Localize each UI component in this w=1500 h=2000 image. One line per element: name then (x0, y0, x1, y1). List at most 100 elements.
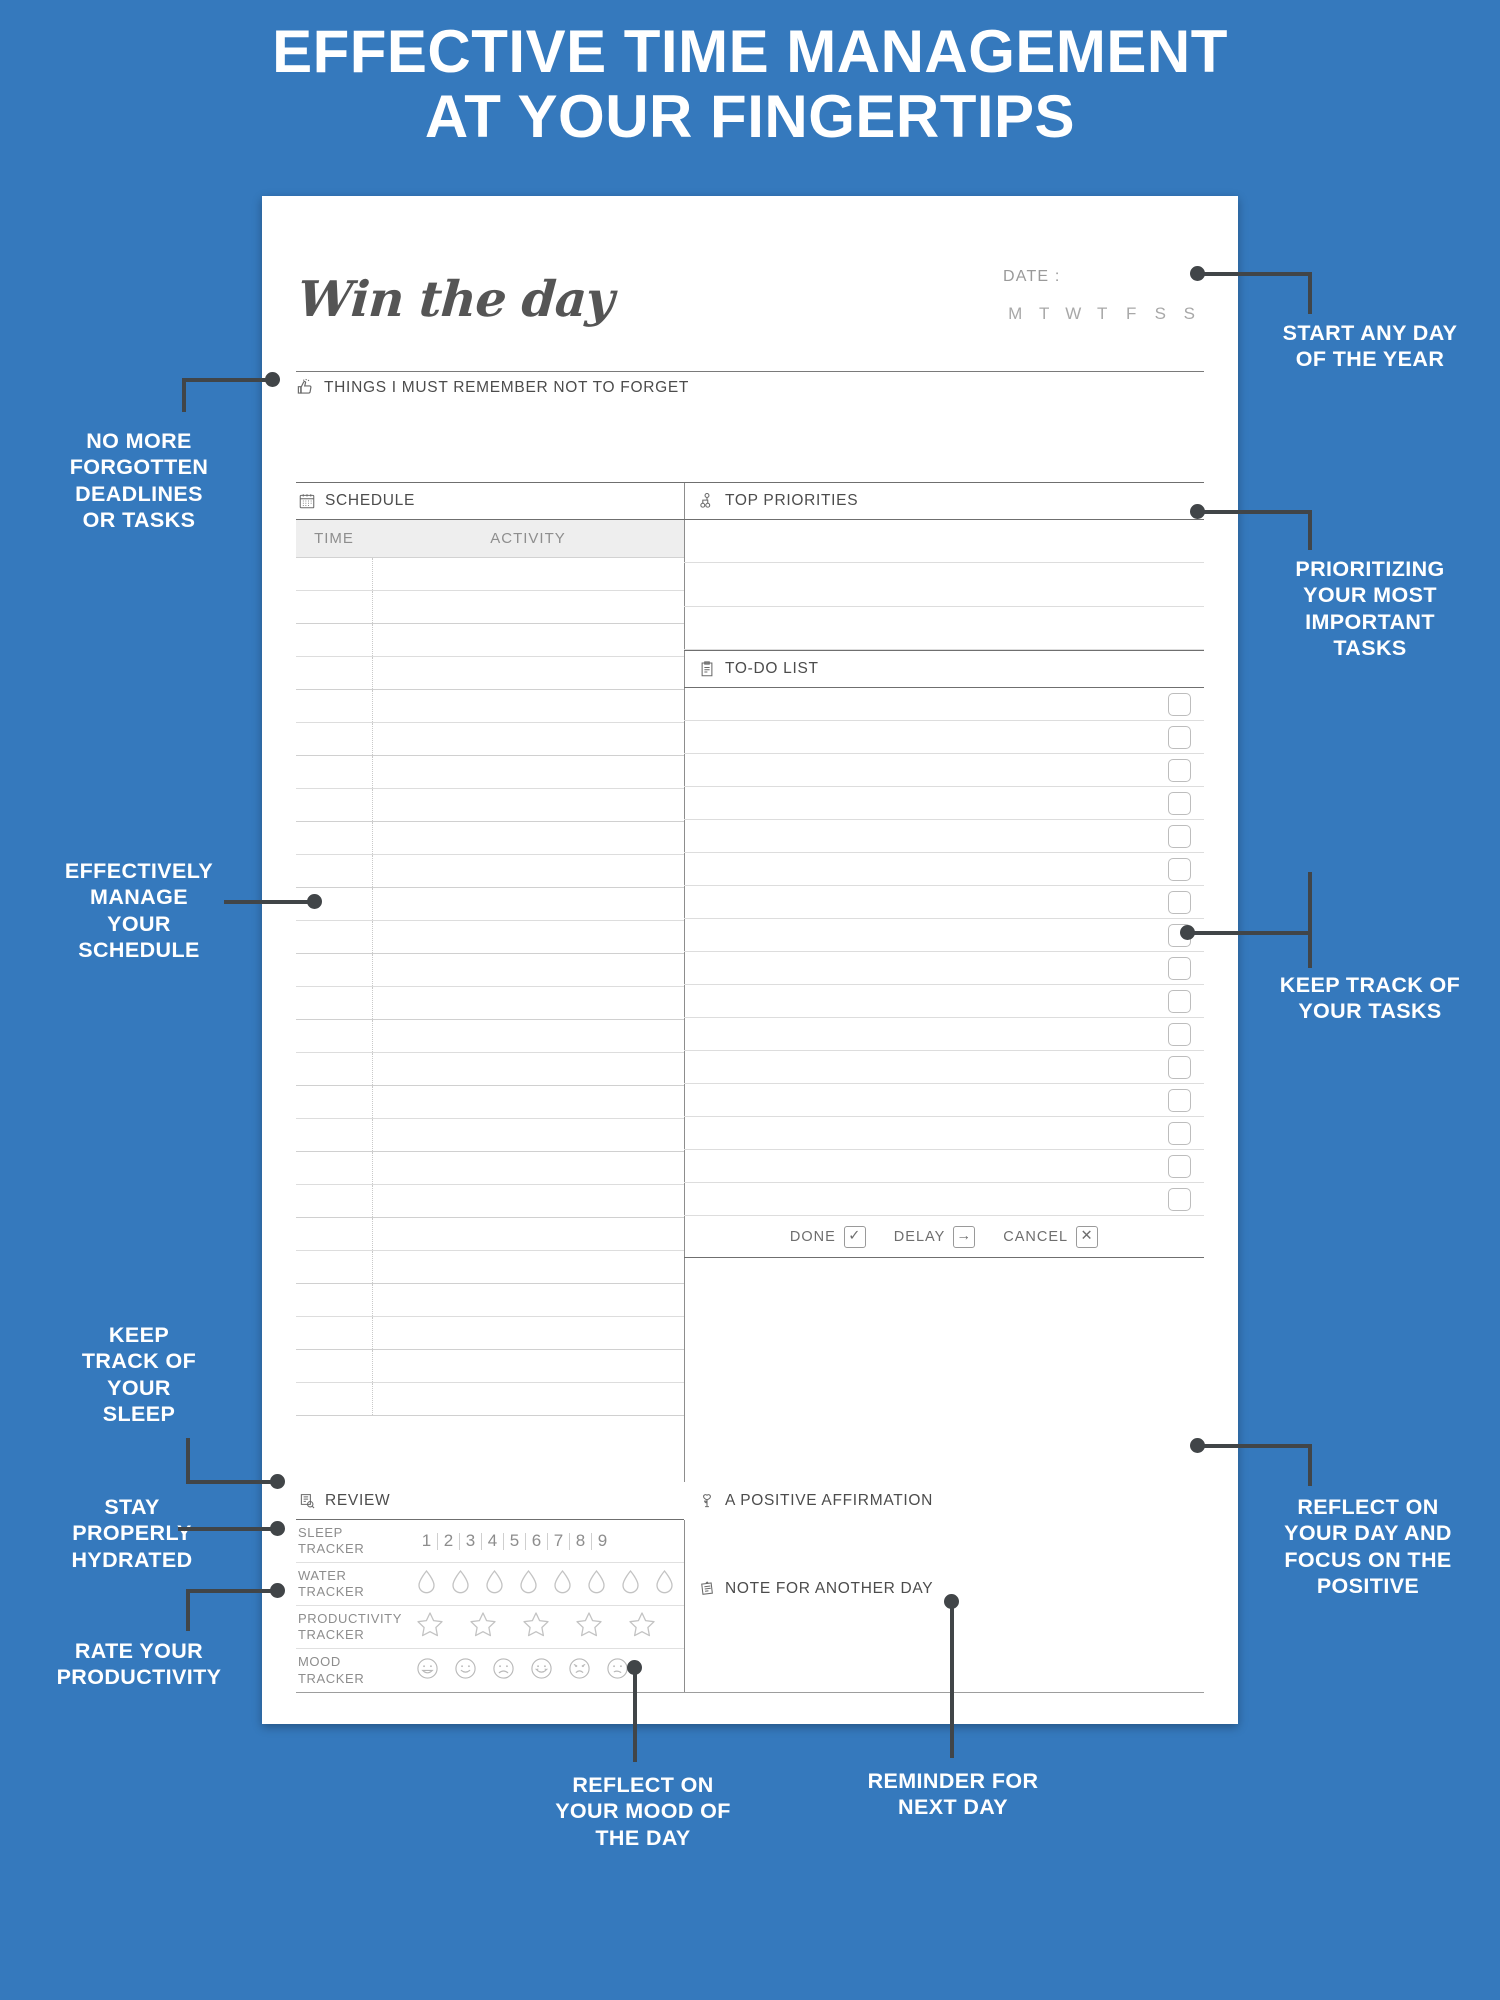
water-drop-icon[interactable] (620, 1569, 641, 1600)
tracker-row-productivity[interactable]: PRODUCTIVITY TRACKER (296, 1606, 684, 1649)
schedule-row[interactable] (296, 1053, 684, 1086)
weekday-selector[interactable]: M T W T F S S (1001, 304, 1204, 324)
water-drop-icon[interactable] (654, 1569, 675, 1600)
todo-checkbox[interactable] (1168, 857, 1191, 881)
sleep-value-8[interactable]: 8 (570, 1531, 591, 1551)
todo-row[interactable] (684, 1084, 1204, 1117)
mood-face-icon[interactable] (530, 1657, 553, 1685)
schedule-row[interactable] (296, 756, 684, 789)
schedule-row[interactable] (296, 723, 684, 756)
sleep-value-3[interactable]: 3 (460, 1531, 481, 1551)
schedule-row[interactable] (296, 1251, 684, 1284)
sleep-value-5[interactable]: 5 (504, 1531, 525, 1551)
todo-row[interactable] (684, 919, 1204, 952)
todo-row[interactable] (684, 886, 1204, 919)
priority-row[interactable] (684, 607, 1204, 650)
star-icon[interactable] (628, 1611, 656, 1643)
schedule-row[interactable] (296, 690, 684, 723)
water-drop-icon[interactable] (416, 1569, 437, 1600)
weekday-w[interactable]: W (1059, 304, 1088, 324)
weekday-t1[interactable]: T (1030, 304, 1059, 324)
todo-checkbox[interactable] (1168, 956, 1191, 980)
schedule-row[interactable] (296, 1185, 684, 1218)
water-drop-icon[interactable] (450, 1569, 471, 1600)
todo-row[interactable] (684, 1117, 1204, 1150)
mood-face-icon[interactable] (606, 1657, 629, 1685)
todo-checkbox[interactable] (1168, 989, 1191, 1013)
tracker-control[interactable] (416, 1611, 684, 1643)
todo-checkbox[interactable] (1168, 1154, 1191, 1178)
sleep-value-1[interactable]: 1 (416, 1531, 437, 1551)
tracker-control[interactable]: 123456789 (416, 1531, 684, 1551)
todo-row[interactable] (684, 1018, 1204, 1051)
priority-row[interactable] (684, 520, 1204, 564)
schedule-row[interactable] (296, 855, 684, 888)
schedule-row[interactable] (296, 789, 684, 822)
water-drop-icon[interactable] (586, 1569, 607, 1600)
weekday-f[interactable]: F (1117, 304, 1146, 324)
schedule-row[interactable] (296, 1020, 684, 1053)
star-icon[interactable] (522, 1611, 550, 1643)
todo-row[interactable] (684, 820, 1204, 853)
todo-row[interactable] (684, 787, 1204, 820)
star-icon[interactable] (575, 1611, 603, 1643)
star-icon[interactable] (416, 1611, 444, 1643)
schedule-row[interactable] (296, 1317, 684, 1350)
todo-checkbox[interactable] (1168, 1088, 1191, 1112)
schedule-row[interactable] (296, 591, 684, 624)
schedule-row[interactable] (296, 954, 684, 987)
todo-row[interactable] (684, 688, 1204, 721)
todo-checkbox[interactable] (1168, 824, 1191, 848)
todo-row[interactable] (684, 985, 1204, 1018)
mood-face-icon[interactable] (568, 1657, 591, 1685)
schedule-row[interactable] (296, 1350, 684, 1383)
todo-checkbox[interactable] (1168, 758, 1191, 782)
water-drop-icon[interactable] (518, 1569, 539, 1600)
todo-row[interactable] (684, 853, 1204, 886)
todo-row[interactable] (684, 721, 1204, 754)
todo-row[interactable] (684, 1051, 1204, 1084)
todo-row[interactable] (684, 1150, 1204, 1183)
schedule-row[interactable] (296, 1152, 684, 1185)
todo-checkbox[interactable] (1168, 1187, 1191, 1211)
schedule-row[interactable] (296, 822, 684, 855)
schedule-row[interactable] (296, 888, 684, 921)
schedule-row[interactable] (296, 987, 684, 1020)
schedule-row[interactable] (296, 624, 684, 657)
weekday-s2[interactable]: S (1175, 304, 1204, 324)
todo-checkbox[interactable] (1168, 1055, 1191, 1079)
mood-face-icon[interactable] (454, 1657, 477, 1685)
weekday-m[interactable]: M (1001, 304, 1030, 324)
todo-row[interactable] (684, 952, 1204, 985)
tracker-row-mood[interactable]: MOOD TRACKER (296, 1649, 684, 1692)
schedule-row[interactable] (296, 657, 684, 690)
todo-checkbox[interactable] (1168, 1022, 1191, 1046)
todo-checkbox[interactable] (1168, 692, 1191, 716)
weekday-s1[interactable]: S (1146, 304, 1175, 324)
sleep-value-4[interactable]: 4 (482, 1531, 503, 1551)
priority-row[interactable] (684, 563, 1204, 607)
star-icon[interactable] (469, 1611, 497, 1643)
todo-checkbox[interactable] (1168, 725, 1191, 749)
tracker-control[interactable] (416, 1569, 684, 1600)
mood-face-icon[interactable] (416, 1657, 439, 1685)
todo-row[interactable] (684, 1183, 1204, 1216)
water-drop-icon[interactable] (552, 1569, 573, 1600)
schedule-row[interactable] (296, 1284, 684, 1317)
sleep-value-6[interactable]: 6 (526, 1531, 547, 1551)
weekday-t2[interactable]: T (1088, 304, 1117, 324)
sleep-value-7[interactable]: 7 (548, 1531, 569, 1551)
todo-checkbox[interactable] (1168, 791, 1191, 815)
schedule-row[interactable] (296, 921, 684, 954)
todo-checkbox[interactable] (1168, 1121, 1191, 1145)
schedule-row[interactable] (296, 1086, 684, 1119)
tracker-control[interactable] (416, 1657, 684, 1685)
todo-row[interactable] (684, 754, 1204, 787)
tracker-row-water[interactable]: WATER TRACKER (296, 1563, 684, 1606)
tracker-row-sleep[interactable]: SLEEP TRACKER 1 2 3 4 5 6 7 8 9 (296, 1520, 684, 1563)
water-drop-icon[interactable] (484, 1569, 505, 1600)
schedule-row[interactable] (296, 1383, 684, 1416)
mood-face-icon[interactable] (492, 1657, 515, 1685)
schedule-row[interactable] (296, 1119, 684, 1152)
todo-checkbox[interactable] (1168, 890, 1191, 914)
